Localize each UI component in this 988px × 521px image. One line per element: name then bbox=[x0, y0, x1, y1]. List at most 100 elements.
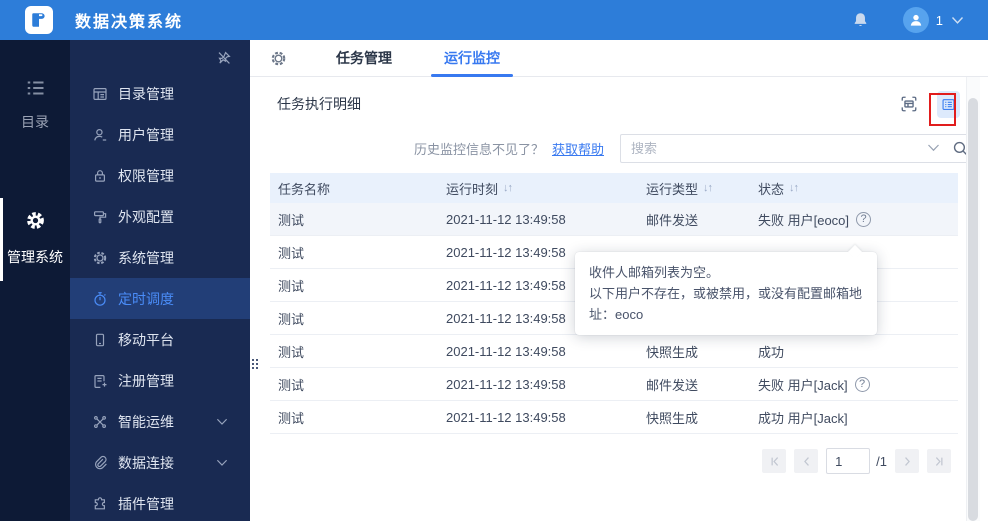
task-row[interactable]: 测试 2021-11-12 13:49:58 快照生成 成功 bbox=[270, 335, 958, 368]
gear-icon bbox=[92, 250, 108, 266]
fullscreen-scan-icon[interactable] bbox=[899, 95, 919, 113]
sidebar-item-appearance-config[interactable]: 外观配置 bbox=[70, 196, 250, 237]
help-question-icon[interactable]: ? bbox=[854, 376, 870, 392]
sidebar-item-label: 注册管理 bbox=[118, 372, 174, 389]
run-type-cell-text: 快照生成 bbox=[646, 344, 699, 360]
rail-item-directory[interactable]: 目录 bbox=[0, 80, 70, 132]
sidebar-item-label: 智能运维 bbox=[118, 413, 174, 430]
task-name-cell: 测试 bbox=[270, 309, 438, 328]
run-time-cell-text: 2021-11-12 13:49:58 bbox=[446, 310, 566, 326]
panel-title: 任务执行明细 bbox=[277, 96, 361, 112]
task-name-cell-text: 测试 bbox=[278, 344, 305, 360]
sidebar-item-data-connection[interactable]: 数据连接 bbox=[70, 442, 250, 483]
task-row[interactable]: 测试 2021-11-12 13:49:58 邮件发送 失败 用户[eoco]? bbox=[270, 203, 958, 236]
sidebar-item-registration-management[interactable]: 注册管理 bbox=[70, 360, 250, 401]
page-number-input[interactable] bbox=[826, 448, 871, 474]
sidebar-resize-handle[interactable] bbox=[251, 354, 259, 374]
task-name-cell-text: 测试 bbox=[278, 311, 305, 327]
column-header-label: 运行类型 bbox=[646, 181, 699, 197]
task-name-cell-text: 测试 bbox=[278, 245, 305, 261]
column-header-label: 状态 bbox=[758, 181, 785, 197]
tabbar: 任务管理 运行监控 bbox=[250, 40, 988, 77]
unpin-icon[interactable] bbox=[216, 50, 232, 66]
run-type-cell: 邮件发送 bbox=[638, 210, 750, 229]
status-cell: 失败 用户[Jack]? bbox=[750, 375, 958, 394]
list-icon bbox=[26, 80, 45, 96]
run-time-cell: 2021-11-12 13:49:58 bbox=[438, 377, 638, 392]
app-logo-icon bbox=[25, 6, 53, 34]
sidebar-item-catalog-management[interactable]: 目录管理 bbox=[70, 73, 250, 114]
run-time-cell-text: 2021-11-12 13:49:58 bbox=[446, 343, 566, 359]
task-name-cell-text: 测试 bbox=[278, 377, 305, 393]
register-icon bbox=[92, 373, 108, 389]
task-name-cell: 测试 bbox=[270, 243, 438, 262]
sidebar-item-system-management[interactable]: 系统管理 bbox=[70, 237, 250, 278]
run-time-cell: 2021-11-12 13:49:58 bbox=[438, 212, 638, 227]
list-view-toggle-icon[interactable] bbox=[937, 90, 960, 118]
run-time-cell-text: 2021-11-12 13:49:58 bbox=[446, 409, 566, 425]
notification-bell-icon[interactable] bbox=[852, 11, 869, 29]
sidebar-item-permission-management[interactable]: 权限管理 bbox=[70, 155, 250, 196]
last-page-button[interactable] bbox=[927, 449, 951, 473]
tab-run-monitor[interactable]: 运行监控 bbox=[431, 40, 513, 77]
sort-icon[interactable]: ↓↑ bbox=[503, 182, 513, 194]
sidebar-item-mobile-platform[interactable]: 移动平台 bbox=[70, 319, 250, 360]
sidebar-item-label: 权限管理 bbox=[118, 167, 174, 184]
mobile-icon bbox=[92, 332, 108, 348]
app-title: 数据决策系统 bbox=[75, 14, 184, 31]
sidebar-item-plugin-management[interactable]: 插件管理 bbox=[70, 483, 250, 521]
user-menu-chevron-down-icon[interactable] bbox=[951, 16, 964, 25]
first-page-button[interactable] bbox=[762, 449, 787, 473]
tab-settings-gear-icon[interactable] bbox=[270, 50, 287, 67]
column-header[interactable]: 运行类型 ↓↑ bbox=[638, 179, 750, 198]
task-name-cell: 测试 bbox=[270, 375, 438, 394]
chevron-down-icon bbox=[216, 418, 228, 426]
task-row[interactable]: 测试 2021-11-12 13:49:58 快照生成 成功 用户[Jack] bbox=[270, 401, 958, 434]
timer-icon bbox=[92, 291, 108, 307]
column-header-label: 任务名称 bbox=[278, 181, 331, 197]
search-input[interactable] bbox=[621, 140, 927, 156]
run-type-cell: 邮件发送 bbox=[638, 375, 750, 394]
sidebar-item-user-management[interactable]: 用户管理 bbox=[70, 114, 250, 155]
active-indicator bbox=[0, 198, 3, 281]
sidebar-item-scheduled-tasks[interactable]: 定时调度 bbox=[70, 278, 250, 319]
user-avatar[interactable] bbox=[902, 7, 929, 33]
primary-rail: 目录 管理系统 bbox=[0, 40, 70, 521]
prev-page-button[interactable] bbox=[794, 449, 819, 473]
error-tooltip: 收件人邮箱列表为空。 以下用户不存在，或被禁用，或没有配置邮箱地址：eoco bbox=[575, 244, 877, 335]
status-cell: 成功 用户[Jack] bbox=[750, 408, 958, 427]
task-name-cell: 测试 bbox=[270, 408, 438, 427]
run-type-cell-text: 快照生成 bbox=[646, 410, 699, 426]
task-row[interactable]: 测试 2021-11-12 13:49:58 邮件发送 失败 用户[Jack]? bbox=[270, 368, 958, 401]
search-chevron-down-icon[interactable] bbox=[927, 144, 940, 152]
sidebar-item-label: 目录管理 bbox=[118, 85, 174, 102]
sidebar-item-label: 移动平台 bbox=[118, 331, 174, 348]
get-help-link[interactable]: 获取帮助 bbox=[552, 139, 604, 158]
rail-label: 目录 bbox=[21, 114, 49, 130]
paint-icon bbox=[92, 209, 108, 225]
lock-icon bbox=[92, 168, 108, 184]
tooltip-line: 以下用户不存在，或被禁用，或没有配置邮箱地址：eoco bbox=[589, 286, 863, 322]
column-header[interactable]: 运行时刻 ↓↑ bbox=[438, 179, 638, 198]
run-time-cell-text: 2021-11-12 13:49:58 bbox=[446, 376, 566, 392]
chevron-down-icon bbox=[216, 459, 228, 467]
gear-icon bbox=[25, 210, 46, 231]
sort-icon[interactable]: ↓↑ bbox=[703, 182, 713, 194]
tooltip-line: 收件人邮箱列表为空。 bbox=[589, 265, 720, 280]
tab-task-management[interactable]: 任务管理 bbox=[323, 40, 405, 76]
sidebar-item-intelligent-ops[interactable]: 智能运维 bbox=[70, 401, 250, 442]
user-icon bbox=[92, 127, 108, 143]
run-time-cell-text: 2021-11-12 13:49:58 bbox=[446, 211, 566, 227]
rail-item-admin-system[interactable]: 管理系统 bbox=[0, 198, 70, 281]
sort-icon[interactable]: ↓↑ bbox=[789, 182, 799, 194]
column-header-label: 运行时刻 bbox=[446, 181, 499, 197]
task-name-cell: 测试 bbox=[270, 210, 438, 229]
next-page-button[interactable] bbox=[895, 449, 919, 473]
pagination: /1 bbox=[250, 448, 951, 474]
column-header[interactable]: 状态 ↓↑ bbox=[750, 179, 958, 198]
run-time-cell-text: 2021-11-12 13:49:58 bbox=[446, 244, 566, 260]
scrollbar-thumb[interactable] bbox=[968, 98, 978, 521]
sidebar-item-label: 系统管理 bbox=[118, 249, 174, 266]
sidebar-menu: 目录管理用户管理权限管理外观配置系统管理定时调度移动平台注册管理智能运维数据连接… bbox=[70, 73, 250, 521]
help-question-icon[interactable]: ? bbox=[856, 211, 872, 227]
